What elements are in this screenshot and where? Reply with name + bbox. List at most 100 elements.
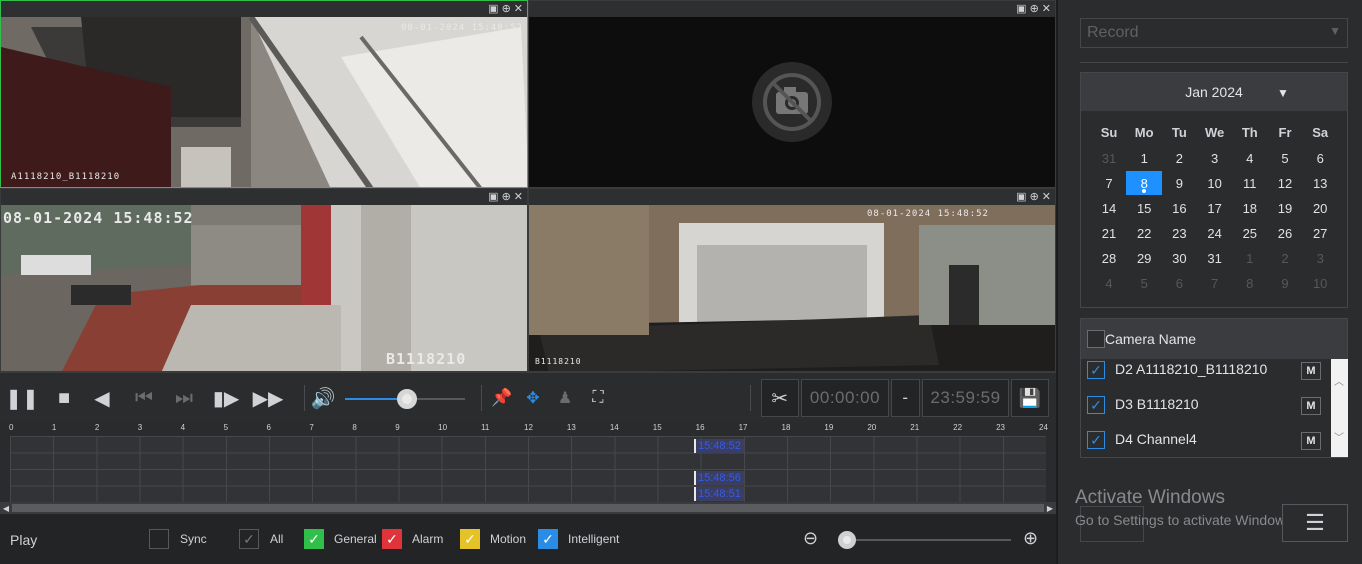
close-icon[interactable]: ✕: [1042, 2, 1051, 15]
select-all-checkbox[interactable]: [1087, 330, 1105, 348]
calendar-header[interactable]: Jan 2024 ▼: [1081, 73, 1347, 111]
play-reverse-button[interactable]: ◀: [90, 385, 114, 411]
calendar-day[interactable]: 31: [1091, 146, 1127, 170]
calendar-day[interactable]: 3: [1197, 146, 1233, 170]
calendar-day[interactable]: 29: [1126, 246, 1162, 270]
calendar-day[interactable]: 10: [1302, 271, 1338, 295]
calendar-day[interactable]: 13: [1302, 171, 1338, 195]
clip-start-time[interactable]: 00:00:00: [801, 379, 889, 417]
motion-checkbox[interactable]: ✓: [460, 529, 480, 549]
calendar-day[interactable]: 21: [1091, 221, 1127, 245]
timeline-scrollbar[interactable]: ◀ ▶: [0, 502, 1056, 514]
calendar-day[interactable]: 3: [1302, 246, 1338, 270]
stop-button[interactable]: ■: [52, 385, 76, 411]
record-type-dropdown[interactable]: Record ▼: [1080, 18, 1348, 48]
zoom-in-icon[interactable]: ⊕: [1023, 528, 1038, 549]
scroll-up-icon[interactable]: ︿: [1334, 373, 1344, 388]
all-checkbox[interactable]: ✓: [239, 529, 259, 549]
camera-list-scrollbar[interactable]: ︿ ﹀: [1331, 359, 1348, 457]
calendar-day[interactable]: 22: [1126, 221, 1162, 245]
close-icon[interactable]: ✕: [514, 2, 523, 15]
tag-pin-icon[interactable]: 📌: [490, 385, 514, 411]
human-detect-icon[interactable]: ♟: [552, 385, 578, 411]
clip-button[interactable]: ✂: [761, 379, 799, 417]
zoom-out-icon[interactable]: ⊖: [803, 528, 818, 549]
save-clip-icon[interactable]: 💾: [1011, 379, 1049, 417]
timeline-marker[interactable]: 15:48:56: [694, 471, 744, 485]
calendar-day[interactable]: 14: [1091, 196, 1127, 220]
volume-icon[interactable]: 🔊: [310, 385, 336, 411]
calendar-day[interactable]: 24: [1197, 221, 1233, 245]
alarm-checkbox[interactable]: ✓: [382, 529, 402, 549]
calendar-day[interactable]: 5: [1267, 146, 1303, 170]
timeline[interactable]: 0 1 2 3 4 5 6 7 8 9 10 11 12 13 14 15 16 17 18 19 20 21 22 23 24…: [0, 422, 1056, 514]
calendar-day[interactable]: 5: [1126, 271, 1162, 295]
timeline-zoom-slider[interactable]: [846, 539, 1011, 541]
calendar-day[interactable]: 2: [1267, 246, 1303, 270]
scroll-down-icon[interactable]: ﹀: [1334, 429, 1344, 444]
snapshot-icon[interactable]: ▣: [1016, 190, 1026, 203]
video-pane-2[interactable]: ▣ ⊕ ✕: [528, 0, 1056, 188]
calendar-day[interactable]: 7: [1197, 271, 1233, 295]
fullscreen-icon[interactable]: ⛶: [586, 385, 610, 411]
prev-frame-button[interactable]: ⏮: [132, 385, 156, 411]
close-icon[interactable]: ✕: [1042, 190, 1051, 203]
timeline-marker[interactable]: 15:48:52: [694, 439, 744, 453]
snapshot-icon[interactable]: ▣: [1016, 2, 1026, 15]
next-frame-button[interactable]: ⏭: [172, 385, 196, 411]
camera-checkbox[interactable]: ✓: [1087, 396, 1105, 414]
video-pane-1[interactable]: ▣ ⊕ ✕ 08-01-2024 15:48:52 A1118210_B1118…: [0, 0, 528, 188]
calendar-day[interactable]: 4: [1232, 146, 1268, 170]
sync-checkbox[interactable]: [149, 529, 169, 549]
calendar-day[interactable]: 4: [1091, 271, 1127, 295]
month-dropdown-icon[interactable]: ▼: [1277, 86, 1289, 100]
calendar-day[interactable]: 15: [1126, 196, 1162, 220]
main-stream-button[interactable]: M: [1301, 397, 1321, 415]
calendar-day[interactable]: 9: [1161, 171, 1197, 195]
camera-checkbox[interactable]: ✓: [1087, 361, 1105, 379]
camera-checkbox[interactable]: ✓: [1087, 431, 1105, 449]
smart-search-icon[interactable]: ✥: [520, 385, 546, 411]
zoom-icon[interactable]: ⊕: [502, 2, 511, 15]
zoom-icon[interactable]: ⊕: [502, 190, 511, 203]
main-stream-button[interactable]: M: [1301, 432, 1321, 450]
calendar-day[interactable]: 30: [1161, 246, 1197, 270]
calendar-day[interactable]: 25: [1232, 221, 1268, 245]
calendar-day[interactable]: 6: [1161, 271, 1197, 295]
general-checkbox[interactable]: ✓: [304, 529, 324, 549]
calendar-day[interactable]: 12: [1267, 171, 1303, 195]
scroll-right-icon[interactable]: ▶: [1044, 502, 1056, 514]
scroll-left-icon[interactable]: ◀: [0, 502, 12, 514]
camera-row[interactable]: ✓ D2 A1118210_B1118210 M: [1081, 353, 1331, 388]
snapshot-icon[interactable]: ▣: [488, 190, 498, 203]
calendar-day[interactable]: 1: [1232, 246, 1268, 270]
calendar-day[interactable]: 11: [1232, 171, 1268, 195]
calendar-day[interactable]: 8: [1232, 271, 1268, 295]
timeline-marker[interactable]: 15:48:51: [694, 487, 744, 501]
calendar-day[interactable]: 7: [1091, 171, 1127, 195]
pause-button[interactable]: ❚❚: [5, 385, 39, 411]
calendar-day[interactable]: 1: [1126, 146, 1162, 170]
calendar-day[interactable]: 19: [1267, 196, 1303, 220]
calendar-day[interactable]: 6: [1302, 146, 1338, 170]
intelligent-checkbox[interactable]: ✓: [538, 529, 558, 549]
calendar-day[interactable]: 26: [1267, 221, 1303, 245]
calendar-day[interactable]: 8: [1126, 171, 1163, 195]
calendar-day[interactable]: 9: [1267, 271, 1303, 295]
close-icon[interactable]: ✕: [514, 190, 523, 203]
zoom-icon[interactable]: ⊕: [1030, 190, 1039, 203]
calendar-day[interactable]: 23: [1161, 221, 1197, 245]
calendar-day[interactable]: 20: [1302, 196, 1338, 220]
list-menu-icon[interactable]: ☰: [1282, 504, 1348, 542]
slow-forward-button[interactable]: ▮▶: [213, 385, 239, 411]
calendar-day[interactable]: 28: [1091, 246, 1127, 270]
calendar-day[interactable]: 27: [1302, 221, 1338, 245]
calendar-day[interactable]: 2: [1161, 146, 1197, 170]
fast-forward-button[interactable]: ▶▶: [253, 385, 284, 411]
timeline-grid[interactable]: [10, 436, 1046, 502]
zoom-icon[interactable]: ⊕: [1030, 2, 1039, 15]
snapshot-icon[interactable]: ▣: [488, 2, 498, 15]
calendar-day[interactable]: 10: [1197, 171, 1233, 195]
calendar-day[interactable]: 18: [1232, 196, 1268, 220]
timeline-zoom-handle[interactable]: [838, 531, 856, 549]
